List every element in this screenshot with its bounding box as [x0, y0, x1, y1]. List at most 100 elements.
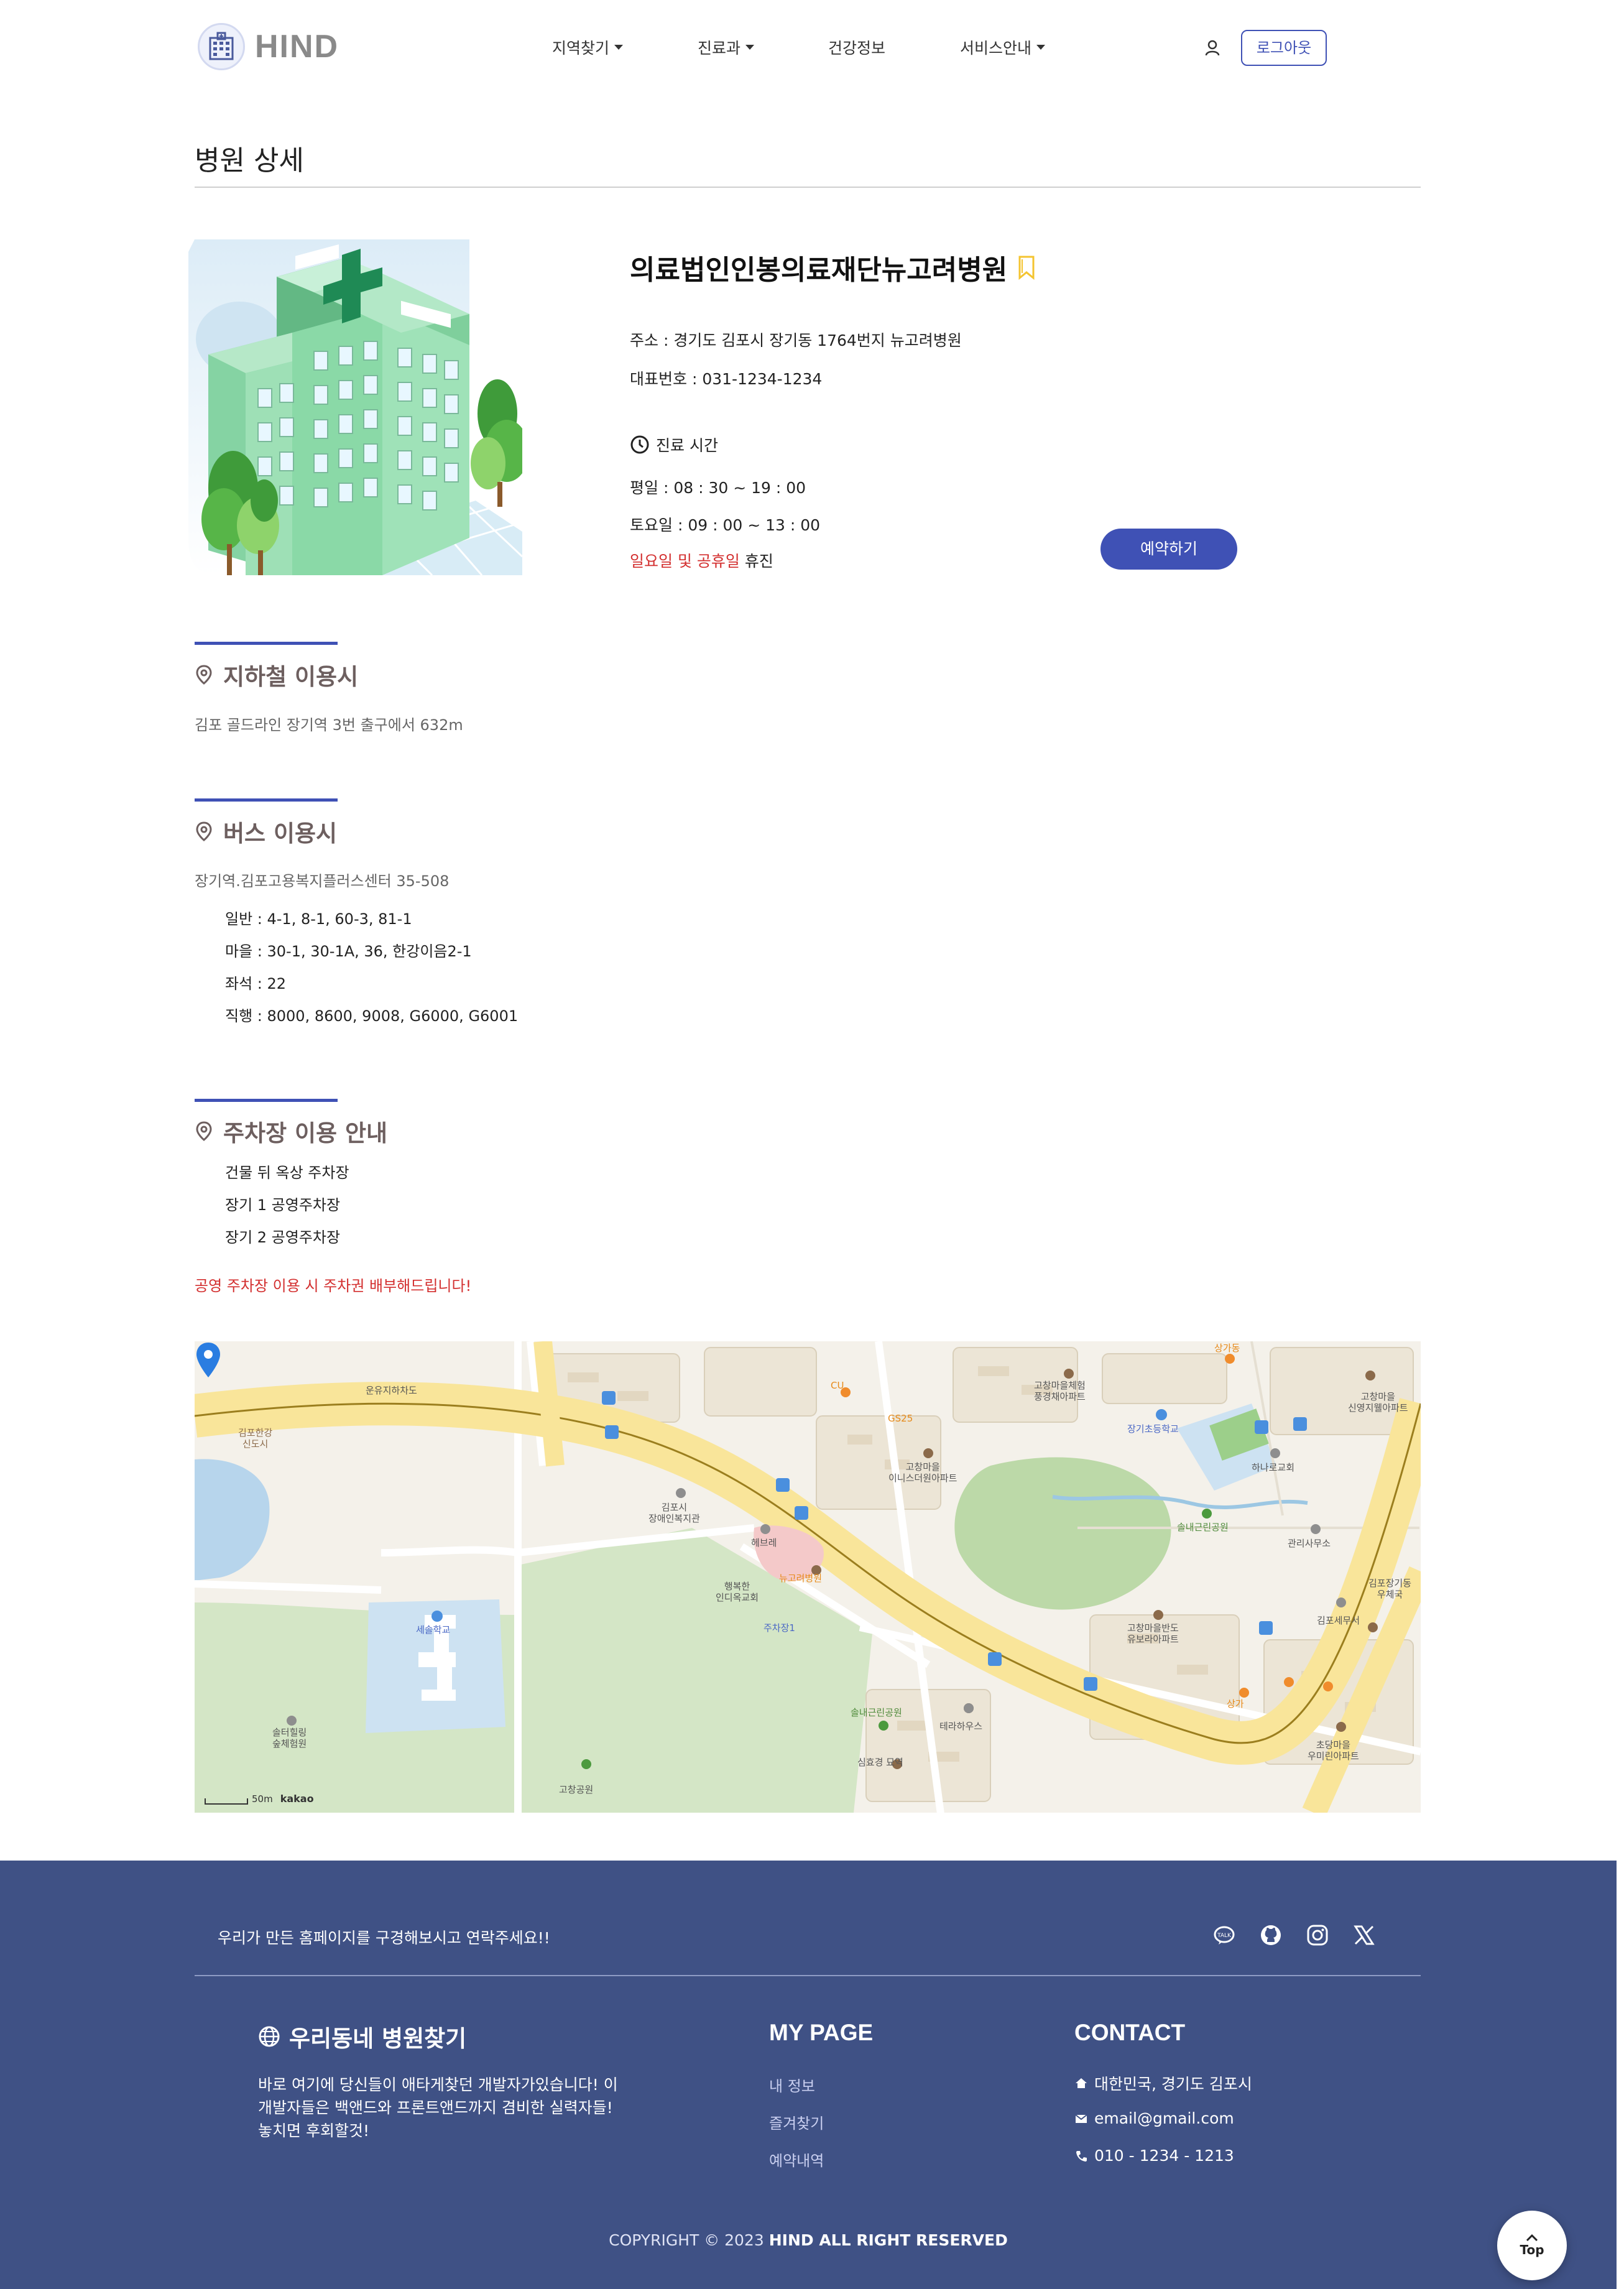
hours-title: 진료 시간: [656, 437, 718, 455]
map-label: 초당마을 우미린아파트: [1308, 1739, 1359, 1762]
page-title: 병원 상세: [195, 145, 304, 177]
map-label: 테라하우스: [939, 1721, 983, 1732]
footer: 우리가 만든 홈페이지를 구경해보시고 연락주세요!! TALK 우리동네 병원…: [0, 1861, 1617, 2289]
mypage-link-profile[interactable]: 내 정보: [769, 2074, 815, 2096]
logout-button[interactable]: 로그아웃: [1241, 30, 1327, 66]
map-label: 고창마을 신영지웰아파트: [1348, 1391, 1408, 1413]
contact-heading: CONTACT: [1074, 2020, 1186, 2045]
location-pin-icon: [196, 665, 212, 685]
contact-email-text: email@gmail.com: [1094, 2109, 1234, 2127]
nav-region-label: 지역찾기: [552, 39, 610, 57]
copyright-prefix: COPYRIGHT © 2023: [609, 2231, 764, 2249]
map-label: 하나로교회: [1252, 1462, 1295, 1473]
map-label: 세솔학교: [416, 1624, 451, 1635]
section-accent-bar: [195, 798, 338, 802]
scroll-top-label: Top: [1520, 2242, 1544, 2257]
parking-item: 장기 2 공영주차장: [225, 1229, 341, 1246]
scroll-top-button[interactable]: Top: [1497, 2211, 1567, 2280]
nav-health-info[interactable]: 건강정보: [828, 36, 885, 58]
svg-text:TALK: TALK: [1217, 1933, 1232, 1939]
user-icon[interactable]: [1203, 39, 1222, 57]
map-label: 상가: [1227, 1698, 1244, 1709]
map-label: 솔내근린공원: [851, 1707, 902, 1718]
footer-desc-line: 개발자들은 백앤드와 프론트앤드까지 겸비한 실력자들!: [258, 2099, 613, 2117]
map-label: 심효경 묘역: [857, 1757, 903, 1768]
map-label: 솔터힐링 숲체험원: [272, 1727, 307, 1749]
location-map[interactable]: 운유지하차도 김포한강 신도시 김포시 장애인복지관 헤브레 뉴고려병원 행복한…: [195, 1341, 1421, 1813]
reserve-button[interactable]: 예약하기: [1100, 529, 1237, 570]
subway-section-title: 지하철 이용시: [195, 658, 358, 691]
map-label: 김포한강 신도시: [238, 1427, 273, 1450]
hours-heading: 진료 시간: [630, 433, 718, 456]
envelope-icon: [1075, 2114, 1087, 2123]
map-label: 장기초등학교: [1127, 1423, 1179, 1435]
home-icon: [1076, 2078, 1087, 2088]
logo-text: HIND: [255, 29, 339, 65]
map-label: 주차장1: [764, 1622, 795, 1634]
map-label: 고창마을 이니스더원아파트: [888, 1461, 957, 1484]
map-label: 고창공원: [559, 1784, 594, 1795]
hospital-name: 의료법인인봉의료재단뉴고려병원: [630, 247, 1037, 287]
bus-section-title: 버스 이용시: [195, 815, 337, 848]
contact-phone-text: 010 - 1234 - 1213: [1094, 2147, 1234, 2165]
globe-icon: [259, 2026, 280, 2047]
subway-title-text: 지하철 이용시: [223, 664, 359, 690]
parking-notice: 공영 주차장 이용 시 주차권 배부해드립니다!: [195, 1277, 472, 1295]
mypage-link-favorites[interactable]: 즐겨찾기: [769, 2111, 824, 2133]
nav-department-label: 진료과: [698, 39, 741, 57]
map-label: 관리사무소: [1288, 1538, 1331, 1549]
bus-stop: 장기역.김포고용복지플러스센터 35-508: [195, 872, 450, 890]
map-label: 김포시 장애인복지관: [648, 1502, 700, 1524]
bus-route: 좌석 : 22: [225, 975, 287, 992]
hours-holiday: 일요일 및 공휴일 휴진: [630, 549, 773, 571]
location-pin-icon: [196, 821, 212, 841]
holiday-label: 일요일 및 공휴일: [630, 552, 740, 570]
contact-phone[interactable]: 010 - 1234 - 1213: [1074, 2147, 1234, 2165]
hospital-illustration: [183, 239, 522, 575]
mypage-link-reservations[interactable]: 예약내역: [769, 2148, 824, 2170]
section-accent-bar: [195, 642, 338, 645]
phone-icon: [1076, 2150, 1087, 2162]
chevron-up-icon: [1526, 2234, 1538, 2242]
map-label: 상가동: [1214, 1343, 1240, 1354]
map-label: 운유지하차도: [366, 1385, 417, 1396]
title-divider: [195, 187, 1421, 188]
nav-service[interactable]: 서비스안내: [960, 36, 1046, 58]
instagram-icon[interactable]: [1306, 1923, 1329, 1947]
map-label: 솔내근린공원: [1177, 1522, 1229, 1533]
contact-address-text: 대한민국, 경기도 김포시: [1094, 2075, 1252, 2093]
hospital-logo-icon: [198, 23, 245, 70]
map-label: 행복한 인디옥교회: [716, 1581, 759, 1603]
bus-title-text: 버스 이용시: [223, 820, 338, 847]
nav-department[interactable]: 진료과: [698, 36, 755, 58]
logo[interactable]: HIND: [198, 23, 339, 70]
clock-icon: [630, 435, 649, 454]
scale-bar: [205, 1798, 248, 1805]
nav-region[interactable]: 지역찾기: [552, 36, 624, 58]
chevron-down-icon: [1036, 45, 1046, 50]
map-marker-icon[interactable]: [195, 1341, 222, 1379]
github-icon[interactable]: [1259, 1923, 1283, 1947]
parking-item: 장기 1 공영주차장: [225, 1196, 341, 1214]
parking-item: 건물 뒤 옥상 주차장: [225, 1164, 349, 1181]
hospital-phone: 대표번호 : 031-1234-1234: [630, 370, 823, 388]
hours-saturday: 토요일 : 09 : 00 ~ 13 : 00: [630, 516, 821, 534]
contact-address: 대한민국, 경기도 김포시: [1074, 2072, 1252, 2094]
map-label: GS25: [888, 1413, 913, 1424]
footer-desc-line: 바로 여기에 당신들이 애타게찾던 개발자가있습니다! 이: [258, 2076, 618, 2094]
contact-email[interactable]: email@gmail.com: [1074, 2109, 1234, 2127]
map-label: CU: [831, 1380, 844, 1391]
bookmark-icon[interactable]: [1016, 254, 1037, 280]
kakaotalk-icon[interactable]: TALK: [1212, 1923, 1236, 1947]
holiday-status: 휴진: [744, 552, 773, 570]
footer-tagline: 우리가 만든 홈페이지를 구경해보시고 연락주세요!!: [218, 1929, 550, 1947]
parking-title-text: 주차장 이용 안내: [223, 1120, 388, 1147]
map-label: 김포세무서: [1317, 1615, 1360, 1626]
hospital-address: 주소 : 경기도 김포시 장기동 1764번지 뉴고려병원: [630, 331, 962, 349]
bus-route: 마을 : 30-1, 30-1A, 36, 한강이음2-1: [225, 943, 472, 960]
map-provider-logo[interactable]: kakao: [280, 1793, 314, 1805]
x-twitter-icon[interactable]: [1352, 1923, 1376, 1947]
map-label: 헤브레: [751, 1537, 777, 1548]
copyright-brand: HIND ALL RIGHT RESERVED: [768, 2231, 1008, 2249]
footer-divider: [195, 1975, 1421, 1976]
